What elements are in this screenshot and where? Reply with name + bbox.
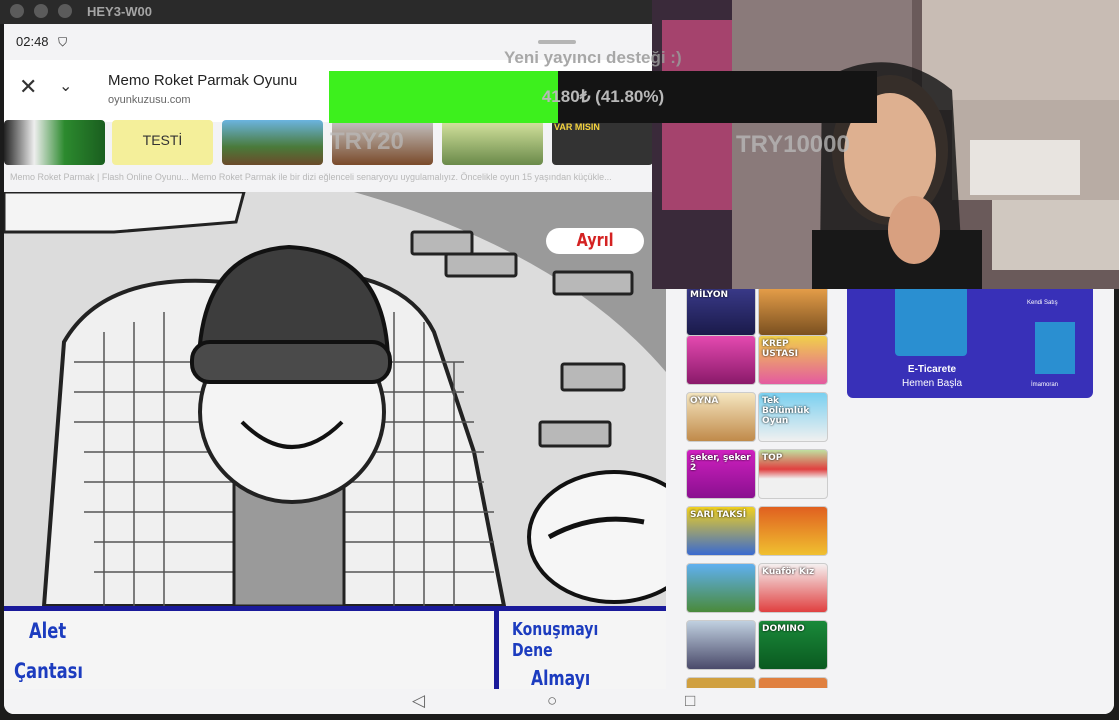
donation-goal-text: 4180₺ (41.80%) [541,87,665,106]
side-game-tile[interactable]: SARI TAKSİ [686,506,756,556]
window-title: HEY3-W00 [87,4,153,19]
side-game-tile[interactable] [758,286,828,336]
side-game-tile[interactable]: Tek Bölümlük Oyun [758,392,828,442]
donation-goal-bar: 4180₺ (41.80%) [329,71,877,123]
status-time: 02:48 [16,34,49,49]
recents-icon[interactable]: □ [685,691,695,711]
donation-max-label: TRY10000 [736,131,850,158]
side-game-tile[interactable]: Kuaför Kız [758,563,828,613]
status-bar: 02:48 ⛉ [16,34,67,50]
zoom-window-button[interactable] [58,4,72,18]
side-games-grid: MİLYON KREP USTASI OYNA Tek Bölümlük Oyu… [686,286,836,688]
side-game-tile[interactable] [758,506,828,556]
side-game-tile[interactable] [686,335,756,385]
try-take-button[interactable]: Almayı Dene [531,666,636,689]
ad-subline: Hemen Başla [901,378,963,389]
side-game-tile[interactable] [686,620,756,670]
donation-title: Yeni yayıncı desteği :) [504,48,682,67]
side-game-label: DOMINO [762,624,805,634]
side-game-label: şeker, şeker 2 [690,453,751,473]
ad-banner[interactable]: E-Ticarete Hemen Başla Kendi Satış İmamo… [847,286,1093,398]
thumbnail-label: VAR MISIN [554,122,600,132]
ad-side-image [1035,322,1075,374]
side-game-tile[interactable] [686,563,756,613]
game-thumbnail[interactable]: VAR MISIN [552,120,653,165]
side-game-tile[interactable] [686,677,756,688]
donation-min-label: TRY20 [330,128,404,155]
side-game-label: MİLYON [690,290,729,300]
page-url: oyunkuzusu.com [108,94,191,106]
side-game-label: Kuaför Kız [762,567,815,577]
side-game-tile[interactable]: OYNA [686,392,756,442]
game-thumbnail[interactable] [442,120,543,165]
side-game-label: Tek Bölümlük Oyun [762,396,810,426]
tool-bag-label-line2: Çantası [14,659,83,683]
tool-bag-label-line1: Alet [29,619,67,643]
home-icon[interactable]: ○ [547,691,557,711]
side-game-label: KREP USTASI [762,339,799,359]
exit-button[interactable]: Ayrıl [546,228,644,254]
sheet-handle[interactable] [538,40,576,44]
game-action-bar: Alet Çantası Konuşmayı Dene Almayı Dene [4,606,666,689]
game-scene [4,192,666,606]
webcam-overlay [652,0,1119,289]
side-game-tile[interactable]: şeker, şeker 2 [686,449,756,499]
side-game-label: OYNA [690,396,719,406]
tool-bag-button[interactable]: Alet Çantası [4,611,204,689]
minimize-window-button[interactable] [34,4,48,18]
try-talk-button[interactable]: Konuşmayı Dene [512,619,632,661]
game-area[interactable]: Ayrıl Alet Çantası Konuşmayı Dene Almayı… [4,192,666,689]
navigation-bar: ◁ ○ □ [4,689,1114,714]
close-icon[interactable]: ✕ [19,74,37,100]
chevron-down-icon[interactable]: ⌄ [59,76,72,96]
ad-person-image [895,286,967,356]
side-game-tile[interactable]: TOP [758,449,828,499]
thumbnail-label: TESTİ [142,132,183,148]
side-game-tile[interactable]: KREP USTASI [758,335,828,385]
game-thumbnail[interactable]: TESTİ [112,120,213,165]
back-icon[interactable]: ◁ [412,691,425,711]
side-game-tile[interactable] [758,677,828,688]
ad-small-text: İmamoran [1031,382,1059,388]
side-game-tile[interactable]: MİLYON [686,286,756,336]
game-thumbnail[interactable] [4,120,105,165]
shield-icon: ⛉ [58,35,68,49]
webcam-feed [652,0,1119,289]
side-game-tile[interactable]: DOMINO [758,620,828,670]
side-game-label: SARI TAKSİ [690,510,747,520]
game-description: Memo Roket Parmak | Flash Online Oyunu..… [10,172,612,182]
page-title: Memo Roket Parmak Oyunu [108,72,298,89]
game-thumbnail[interactable] [222,120,323,165]
action-divider [494,611,499,689]
close-window-button[interactable] [10,4,24,18]
ad-headline: E-Ticarete [907,364,957,375]
ad-small-text: Kendi Satış [1027,300,1058,306]
side-game-label: TOP [762,453,783,463]
